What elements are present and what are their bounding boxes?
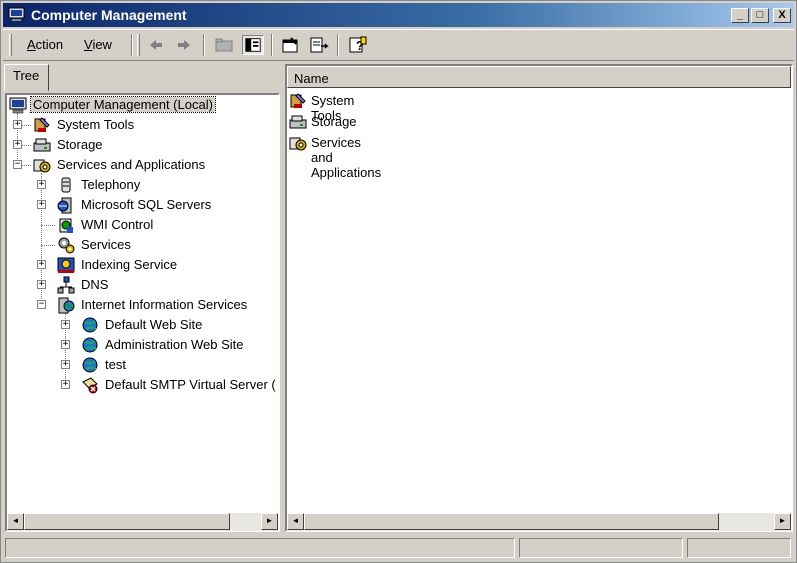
column-header-name[interactable]: Name: [287, 66, 791, 88]
tree-item-label: WMI Control: [81, 217, 154, 232]
smtp-icon: [82, 377, 98, 394]
status-panel: [687, 538, 791, 558]
expand-toggle[interactable]: +: [61, 340, 70, 349]
system-tools-icon: [290, 93, 306, 108]
tree-item-label: Storage: [57, 137, 103, 152]
toolbar-separator: [337, 34, 339, 56]
tree-connector: [41, 225, 55, 226]
tree-connector: [41, 245, 55, 246]
scroll-right-button[interactable]: ►: [774, 513, 791, 530]
tree-item-label: System Tools: [57, 117, 135, 132]
tree-item-label: Computer Management (Local): [30, 96, 216, 113]
help-icon[interactable]: ?: [347, 35, 369, 55]
toolbar-separator: [271, 34, 273, 56]
indexing-icon: [57, 257, 75, 273]
tree-item-label: Telephony: [81, 177, 141, 192]
scroll-left-button[interactable]: ◄: [7, 513, 24, 530]
menu-view[interactable]: View: [84, 37, 112, 52]
computer-icon: [9, 97, 27, 114]
scroll-right-button[interactable]: ►: [261, 513, 278, 530]
tree-item-label: test: [105, 357, 126, 372]
expand-toggle[interactable]: +: [37, 180, 46, 189]
tree-pane[interactable]: Computer Management (Local) + System Too…: [5, 93, 280, 532]
expand-toggle[interactable]: +: [37, 280, 46, 289]
storage-icon: [289, 115, 307, 129]
list-item-label: Storage: [311, 114, 357, 129]
list-item-label: Services and Applications: [311, 135, 382, 180]
storage-icon: [33, 138, 51, 152]
globe-icon: [82, 357, 98, 373]
computer-icon: [8, 7, 25, 21]
expand-toggle[interactable]: +: [37, 200, 46, 209]
tree-horizontal-scrollbar[interactable]: ◄ ►: [7, 513, 278, 531]
toolbar-separator: [203, 34, 205, 56]
status-bar: [3, 536, 794, 560]
system-tools-icon: [34, 117, 50, 132]
up-folder-icon[interactable]: [213, 35, 235, 55]
tree-item-label: Default SMTP Virtual Server (: [105, 377, 276, 392]
expand-toggle[interactable]: +: [13, 140, 22, 149]
expand-toggle[interactable]: +: [61, 380, 70, 389]
tree-item-label: Administration Web Site: [105, 337, 244, 352]
computer-management-window: Computer Management _ □ X Action View ? …: [0, 0, 797, 563]
expand-toggle[interactable]: +: [61, 320, 70, 329]
list-pane[interactable]: Name System Tools Storage Services and A…: [285, 64, 793, 532]
tree-item-label: Services and Applications: [57, 157, 206, 172]
toolbar-grip[interactable]: [9, 34, 12, 56]
tree-item-label: Default Web Site: [105, 317, 203, 332]
window-title: Computer Management: [31, 7, 187, 23]
status-panel-main: [5, 538, 515, 558]
tree-item-label: Indexing Service: [81, 257, 178, 272]
expand-toggle[interactable]: +: [13, 120, 22, 129]
close-button[interactable]: X: [773, 8, 791, 23]
tab-tree[interactable]: Tree: [4, 64, 49, 91]
expand-toggle[interactable]: +: [37, 260, 46, 269]
collapse-toggle[interactable]: −: [37, 300, 46, 309]
menu-action[interactable]: Action: [27, 37, 63, 52]
telephony-icon: [61, 177, 71, 193]
status-panel: [519, 538, 683, 558]
toolbar-grip[interactable]: [137, 34, 140, 56]
toolbar: Action View ?: [3, 29, 794, 61]
toolbar-separator: [131, 34, 133, 56]
globe-icon: [82, 317, 98, 333]
services-apps-icon: [33, 159, 51, 173]
export-list-icon[interactable]: [308, 35, 330, 55]
services-icon: [58, 237, 75, 254]
iis-icon: [58, 297, 75, 314]
scroll-thumb[interactable]: [24, 513, 230, 530]
tree-item-label: DNS: [81, 277, 109, 292]
maximize-button[interactable]: □: [751, 8, 769, 23]
show-hide-tree-icon[interactable]: [242, 35, 264, 55]
properties-icon[interactable]: [279, 35, 301, 55]
title-bar[interactable]: Computer Management _ □ X: [3, 3, 794, 27]
expand-toggle[interactable]: +: [61, 360, 70, 369]
services-apps-icon: [289, 137, 307, 151]
forward-icon[interactable]: [173, 35, 195, 55]
collapse-toggle[interactable]: −: [13, 160, 22, 169]
back-icon[interactable]: [145, 35, 167, 55]
tree-item-label: Services: [81, 237, 131, 252]
scroll-thumb[interactable]: [304, 513, 719, 530]
globe-icon: [82, 337, 98, 353]
minimize-button[interactable]: _: [731, 8, 749, 23]
sql-server-icon: [57, 197, 72, 214]
column-header: Name: [287, 66, 791, 88]
dns-icon: [57, 276, 75, 294]
tree-item-label: Internet Information Services: [81, 297, 248, 312]
list-horizontal-scrollbar[interactable]: ◄ ►: [287, 513, 791, 531]
tree-item-label: Microsoft SQL Servers: [81, 197, 212, 212]
wmi-icon: [59, 218, 73, 233]
scroll-left-button[interactable]: ◄: [287, 513, 304, 530]
